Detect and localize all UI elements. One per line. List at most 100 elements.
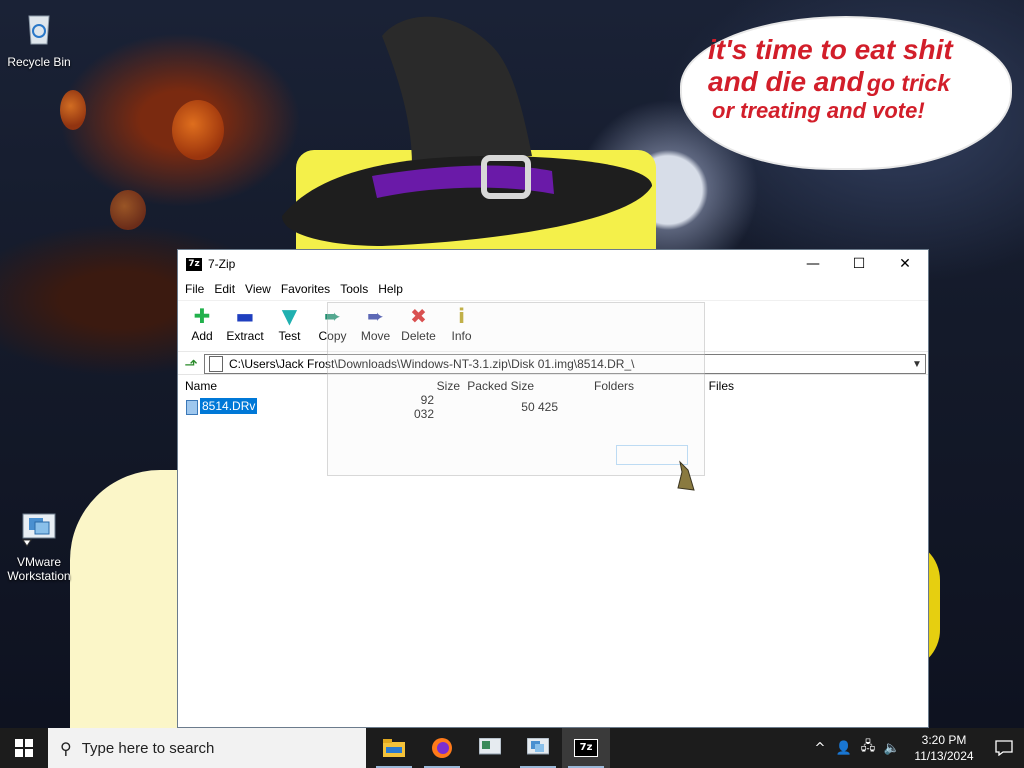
menu-tools[interactable]: Tools — [335, 282, 373, 296]
minimize-button[interactable]: — — [790, 250, 836, 278]
file-list: Name Size Packed Size Folders Files 8514… — [178, 374, 928, 727]
taskbar: ⚲ Type here to search 7z ^ 👤 🖧 🔈 3:20 PM… — [0, 728, 1024, 768]
pale-character-left — [70, 470, 178, 728]
add-icon: ✚ — [193, 304, 211, 328]
tray-user-icon[interactable]: 👤 — [832, 741, 856, 756]
file-icon — [186, 399, 198, 415]
mouse-cursor — [677, 460, 695, 491]
vmware-label-1: VMware — [16, 555, 61, 569]
menu-bar: File Edit View Favorites Tools Help — [178, 278, 928, 300]
column-name[interactable]: Name — [178, 379, 402, 393]
7zip-window: 7z 7-Zip — ☐ ✕ File Edit View Favorites … — [177, 249, 929, 728]
recycle-bin-label: Recycle Bin — [7, 55, 71, 69]
info-button[interactable]: i Info — [440, 301, 483, 343]
speech-line-2: and die and — [708, 66, 864, 98]
close-button[interactable]: ✕ — [882, 250, 928, 278]
info-icon: i — [458, 304, 465, 328]
speech-line-3: or treating and vote! — [712, 98, 925, 124]
maximize-button[interactable]: ☐ — [836, 250, 882, 278]
network-icon[interactable]: 🖧 — [856, 737, 880, 759]
menu-favorites[interactable]: Favorites — [276, 282, 335, 296]
column-files[interactable]: Files — [638, 379, 738, 393]
column-packed-size[interactable]: Packed Size — [464, 379, 540, 393]
recycle-bin-shortcut[interactable]: Recycle Bin — [1, 8, 77, 69]
pumpkin-decoration — [60, 90, 86, 130]
path-field[interactable]: C:\Users\Jack Frost\Downloads\Windows-NT… — [204, 354, 926, 374]
taskbar-vmware-workstation[interactable] — [514, 728, 562, 768]
menu-view[interactable]: View — [240, 282, 276, 296]
delete-icon: ✖ — [410, 304, 427, 328]
folder-icon — [209, 356, 223, 372]
move-label: Move — [360, 329, 391, 343]
clock-time: 3:20 PM — [921, 733, 967, 747]
taskbar-vmware-console[interactable] — [466, 728, 514, 768]
column-size[interactable]: Size — [402, 379, 464, 393]
test-icon: ▼ — [281, 304, 298, 328]
speech-bubble-text: it's time to eat shit and die and go tri… — [708, 34, 998, 124]
move-icon: ➨ — [367, 304, 384, 328]
firefox-icon — [432, 738, 452, 758]
copy-icon: ➨ — [324, 304, 341, 328]
path-text: C:\Users\Jack Frost\Downloads\Windows-NT… — [229, 357, 635, 371]
delete-label: Delete — [401, 329, 436, 343]
taskbar-search-box[interactable]: ⚲ Type here to search — [48, 728, 366, 768]
info-label: Info — [451, 329, 472, 343]
volume-icon[interactable]: 🔈 — [880, 741, 904, 756]
notification-button[interactable] — [984, 740, 1024, 756]
window-title: 7-Zip — [208, 257, 236, 271]
witch-hat — [282, 16, 652, 246]
add-button[interactable]: ✚ Add — [182, 301, 222, 343]
clock-date: 11/13/2024 — [914, 749, 974, 763]
vmware-label-2: Workstation — [7, 569, 71, 583]
test-label: Test — [278, 329, 301, 343]
copy-button[interactable]: ➨ Copy — [311, 301, 354, 343]
file-explorer-icon — [383, 739, 405, 757]
file-packed-size: 50 425 — [521, 400, 558, 414]
clock[interactable]: 3:20 PM 11/13/2024 — [904, 732, 984, 764]
chevron-down-icon[interactable]: ▼ — [909, 359, 925, 370]
vmware-icon — [22, 513, 56, 547]
vmware-workstation-icon — [527, 738, 549, 755]
notification-icon — [995, 740, 1013, 756]
copy-label: Copy — [318, 329, 347, 343]
system-tray: ^ 👤 🖧 🔈 3:20 PM 11/13/2024 — [808, 728, 1024, 768]
taskbar-firefox[interactable] — [418, 728, 466, 768]
vmware-console-icon — [479, 738, 501, 755]
pumpkin-decoration — [172, 100, 224, 160]
taskbar-file-explorer[interactable] — [370, 728, 418, 768]
menu-help[interactable]: Help — [373, 282, 408, 296]
search-placeholder: Type here to search — [81, 739, 215, 757]
start-button[interactable] — [0, 728, 48, 768]
title-bar[interactable]: 7z 7-Zip — ☐ ✕ — [178, 250, 928, 278]
7zip-taskbar-icon: 7z — [574, 739, 598, 757]
column-headers: Name Size Packed Size Folders Files — [178, 374, 928, 397]
speech-line-1: it's time to eat shit — [708, 34, 953, 65]
extract-button[interactable]: ▬ Extract — [222, 301, 268, 343]
menu-file[interactable]: File — [180, 282, 209, 296]
speech-line-2-small: go trick — [866, 70, 950, 97]
file-name-cell: 8514.DRv — [178, 398, 402, 415]
column-folders[interactable]: Folders — [540, 379, 638, 393]
address-bar: ⬏ C:\Users\Jack Frost\Downloads\Windows-… — [178, 351, 928, 376]
test-button[interactable]: ▼ Test — [268, 301, 311, 343]
search-icon: ⚲ — [60, 738, 72, 758]
recycle-bin-icon — [28, 15, 50, 45]
menu-edit[interactable]: Edit — [209, 282, 240, 296]
taskbar-apps: 7z — [370, 728, 610, 768]
vmware-shortcut[interactable]: VMware Workstation — [1, 508, 77, 583]
windows-logo-icon — [15, 739, 33, 757]
pumpkin-decoration — [110, 190, 146, 230]
tray-chevron-icon[interactable]: ^ — [808, 741, 832, 756]
move-button[interactable]: ➨ Move — [354, 301, 397, 343]
window-controls: — ☐ ✕ — [790, 250, 928, 278]
7zip-app-icon: 7z — [186, 257, 202, 271]
file-row[interactable]: 8514.DRv 92 032 50 425 — [178, 393, 928, 421]
file-size: 92 032 — [413, 393, 434, 421]
add-label: Add — [191, 329, 213, 343]
extract-icon: ▬ — [235, 304, 255, 328]
taskbar-7zip[interactable]: 7z — [562, 728, 610, 768]
toolbar: ✚ Add ▬ Extract ▼ Test ➨ Copy ➨ Move ✖ D… — [178, 300, 928, 351]
extract-label: Extract — [226, 329, 264, 343]
up-folder-icon[interactable]: ⬏ — [178, 355, 204, 374]
delete-button[interactable]: ✖ Delete — [397, 301, 440, 343]
